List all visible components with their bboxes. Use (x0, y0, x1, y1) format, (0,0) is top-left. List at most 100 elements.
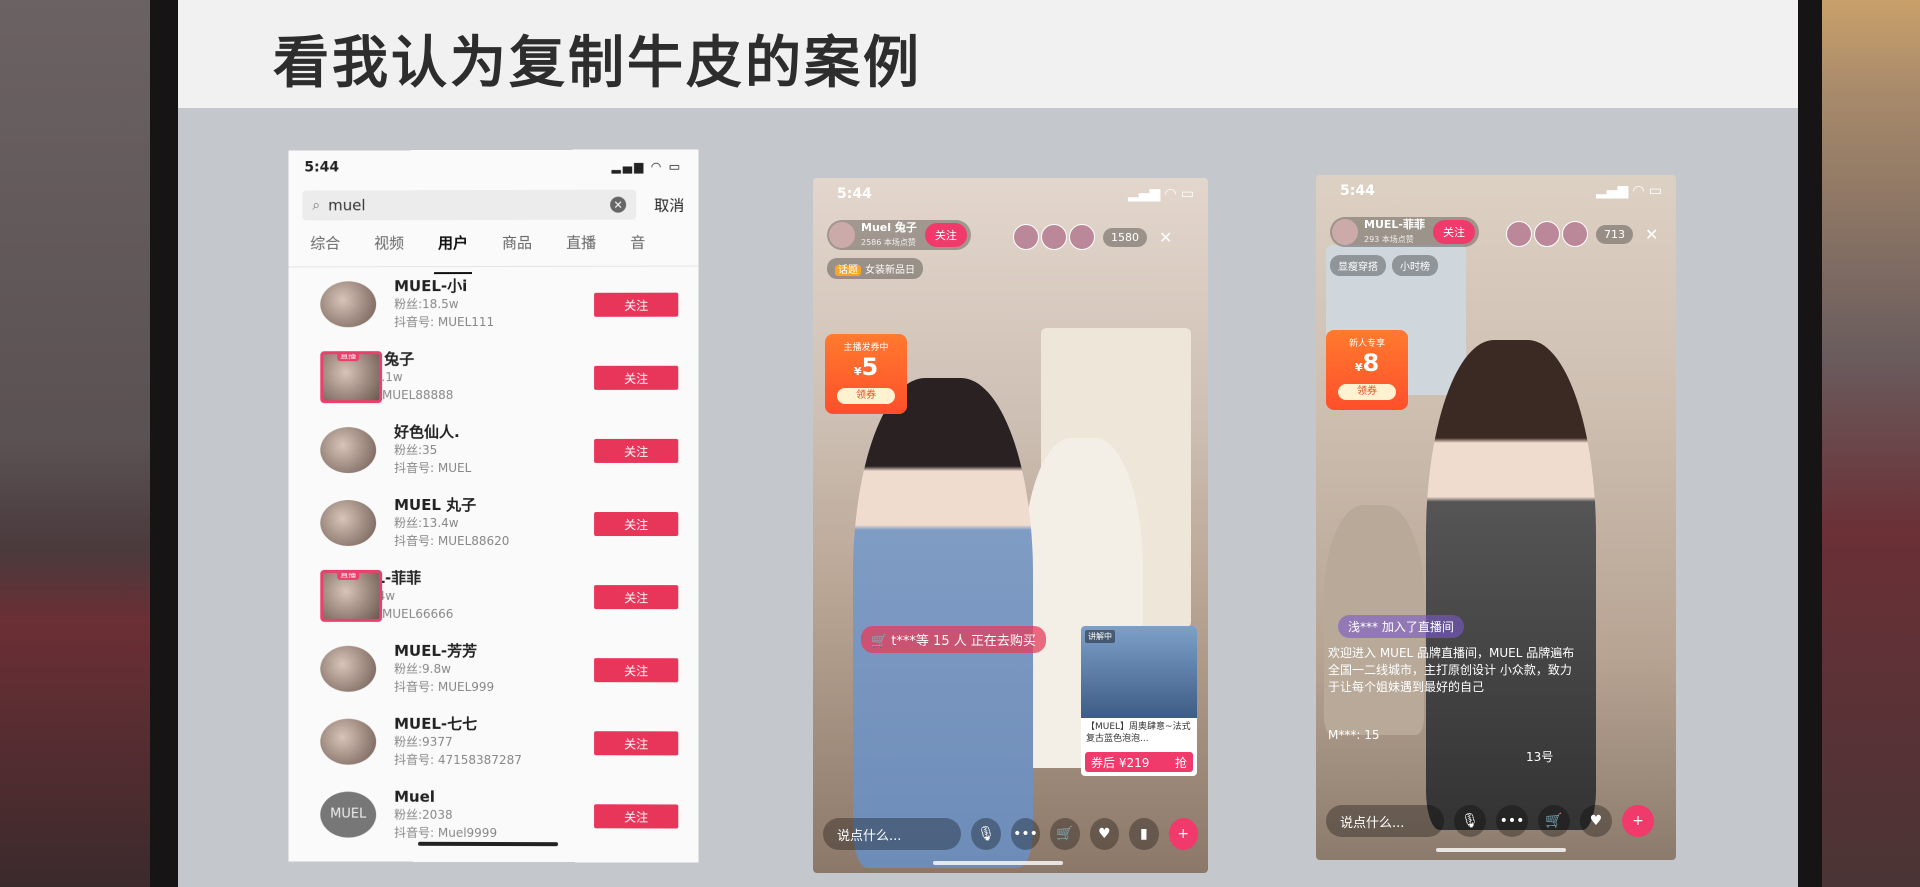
room-background-right (1810, 0, 1920, 887)
cart-icon[interactable]: 🛒 (1050, 818, 1080, 850)
viewer-count[interactable]: 1580 (1103, 227, 1147, 247)
home-indicator (418, 841, 559, 847)
user-name: 好色仙人. (394, 422, 460, 441)
avatar[interactable] (320, 280, 377, 327)
tab-general[interactable]: 综合 (310, 232, 340, 266)
search-row: ⌕ muel ✕ 取消 (288, 183, 698, 226)
avatar[interactable] (1041, 224, 1067, 250)
avatar[interactable] (320, 645, 377, 692)
avatar[interactable] (1562, 221, 1588, 247)
viewer-list[interactable]: 1580 ✕ (1013, 224, 1172, 250)
tab-live[interactable]: 直播 (566, 232, 596, 266)
close-icon[interactable]: ✕ (1159, 228, 1172, 247)
tab-music[interactable]: 音 (630, 232, 645, 266)
search-query: muel (328, 196, 366, 215)
avatar-live[interactable] (320, 569, 383, 622)
user-id: 抖音号: Muel9999 (394, 825, 498, 840)
topic-tag[interactable]: 话题 女装新品日 (827, 258, 923, 279)
topic-text: 女装新品日 (865, 265, 915, 276)
avatar[interactable] (320, 499, 377, 546)
product-card[interactable]: 讲解中 【MUEL】周奥肆意~法式复古蓝色泡泡... 券后 ¥219 抢 (1081, 626, 1197, 776)
follow-button[interactable]: 关注 (594, 365, 679, 390)
comment-input[interactable]: 说点什么... (1326, 805, 1444, 837)
user-result-row[interactable]: MUEL-芳芳 粉丝:9.8w 抖音号: MUEL999 关注 (288, 632, 698, 706)
gift-icon[interactable]: ♥ (1580, 805, 1612, 837)
chat-message: M***: 15 (1328, 728, 1380, 742)
host-name: MUEL-菲菲 (1364, 217, 1425, 231)
user-id: 抖音号: MUEL88620 (394, 533, 510, 548)
host-info[interactable]: MUEL-菲菲 293 本场点赞 关注 (1330, 217, 1479, 247)
home-indicator (933, 861, 1063, 865)
plus-icon[interactable]: + (1168, 818, 1199, 850)
more-icon[interactable]: ••• (1496, 805, 1528, 837)
user-fans: 粉丝:18.5w (394, 296, 459, 311)
signal-wifi-battery-icon: ▂▄▆ ◠ ▭ (611, 159, 683, 174)
tab-video[interactable]: 视频 (374, 232, 404, 266)
more-icon[interactable]: ••• (1010, 818, 1041, 850)
product-price-bar[interactable]: 券后 ¥219 抢 (1085, 752, 1193, 772)
follow-button[interactable]: 关注 (594, 292, 679, 317)
product-image[interactable]: 讲解中 (1081, 626, 1197, 718)
coupon-card[interactable]: 主播发券中 ¥5 领券 (825, 334, 907, 414)
avatar[interactable] (1069, 224, 1095, 250)
cancel-button[interactable]: 取消 (654, 194, 684, 215)
user-result-row[interactable]: MUEL 丸子 粉丝:13.4w 抖音号: MUEL88620 关注 (288, 486, 698, 559)
comment-input[interactable]: 说点什么... (823, 818, 962, 850)
hourly-rank-tag[interactable]: 小时榜 (1392, 255, 1438, 276)
clear-icon[interactable]: ✕ (610, 196, 627, 213)
user-name: MUEL-小i (394, 276, 468, 295)
host-likes: 2586 本场点赞 (861, 237, 916, 247)
user-result-row[interactable]: MUEL-小i 粉丝:18.5w 抖音号: MUEL111 关注 (288, 267, 698, 341)
viewer-list[interactable]: 713 ✕ (1506, 221, 1658, 247)
follow-button[interactable]: 关注 (924, 223, 967, 247)
cart-icon[interactable]: 🛒 (1538, 805, 1570, 837)
user-result-row[interactable]: 好色仙人. 粉丝:35 抖音号: MUEL 关注 (288, 413, 698, 486)
coupon-card[interactable]: 新人专享 ¥8 领券 (1326, 330, 1408, 410)
presenter-figure (853, 378, 1033, 868)
user-result-row[interactable]: Muel 兔子 粉丝:12.1w 抖音号: MUEL88888 关注 (288, 340, 698, 413)
avatar[interactable] (1506, 221, 1532, 247)
avatar-live[interactable] (320, 350, 383, 403)
tab-users[interactable]: 用户 (438, 232, 468, 266)
topic-hot-label: 话题 (835, 265, 861, 276)
follow-button[interactable]: 关注 (594, 804, 679, 829)
user-result-row[interactable]: MUEL Muel 粉丝:2038 抖音号: Muel9999 关注 (288, 778, 698, 852)
status-bar: 5:44 ▂▄▆ ◠ ▭ (1340, 183, 1662, 199)
mic-icon[interactable]: 🎙 (971, 818, 1001, 850)
user-result-row[interactable]: MUEL-七七 粉丝:9377 抖音号: 47158387287 关注 (288, 705, 698, 779)
close-icon[interactable]: ✕ (1645, 225, 1658, 244)
follow-button[interactable]: 关注 (594, 512, 679, 537)
avatar[interactable] (1332, 219, 1358, 245)
user-result-row[interactable]: MUEL-菲菲 粉丝:8.4w 抖音号: MUEL66666 关注 (288, 559, 698, 632)
search-input[interactable]: ⌕ muel ✕ (302, 189, 637, 221)
user-name: MUEL-七七 (394, 714, 478, 733)
avatar[interactable] (1534, 221, 1560, 247)
follow-button[interactable]: 关注 (1432, 220, 1475, 244)
style-tag[interactable]: 显瘦穿搭 (1330, 255, 1386, 276)
follow-button[interactable]: 关注 (594, 438, 679, 463)
bottom-toolbar: 说点什么... 🎙 ••• 🛒 ♥ ▮ + (823, 817, 1199, 851)
follow-button[interactable]: 关注 (594, 731, 679, 756)
follow-button[interactable]: 关注 (594, 658, 679, 683)
tab-products[interactable]: 商品 (502, 232, 532, 266)
present-icon[interactable]: ▮ (1129, 818, 1159, 850)
search-tabs: 综合 视频 用户 商品 直播 音 (288, 225, 699, 268)
avatar[interactable] (320, 718, 377, 765)
search-icon: ⌕ (312, 197, 321, 214)
avatar[interactable] (829, 222, 855, 248)
claim-coupon-button[interactable]: 领券 (837, 388, 895, 404)
gift-icon[interactable]: ♥ (1089, 818, 1120, 850)
grab-button[interactable]: 抢 (1175, 754, 1187, 771)
avatar[interactable] (320, 426, 377, 473)
mic-icon[interactable]: 🎙 (1454, 805, 1486, 837)
avatar-text[interactable]: MUEL (320, 791, 377, 838)
host-info[interactable]: Muel 兔子 2586 本场点赞 关注 (827, 220, 971, 250)
follow-button[interactable]: 关注 (594, 585, 679, 610)
avatar[interactable] (1013, 224, 1039, 250)
slide-title: 看我认为复制牛皮的案例 (273, 31, 922, 96)
claim-coupon-button[interactable]: 领券 (1338, 384, 1396, 400)
user-fans: 粉丝:35 (394, 442, 438, 457)
user-id: 抖音号: MUEL111 (394, 314, 495, 329)
plus-icon[interactable]: + (1622, 805, 1654, 837)
viewer-count[interactable]: 713 (1596, 224, 1633, 244)
